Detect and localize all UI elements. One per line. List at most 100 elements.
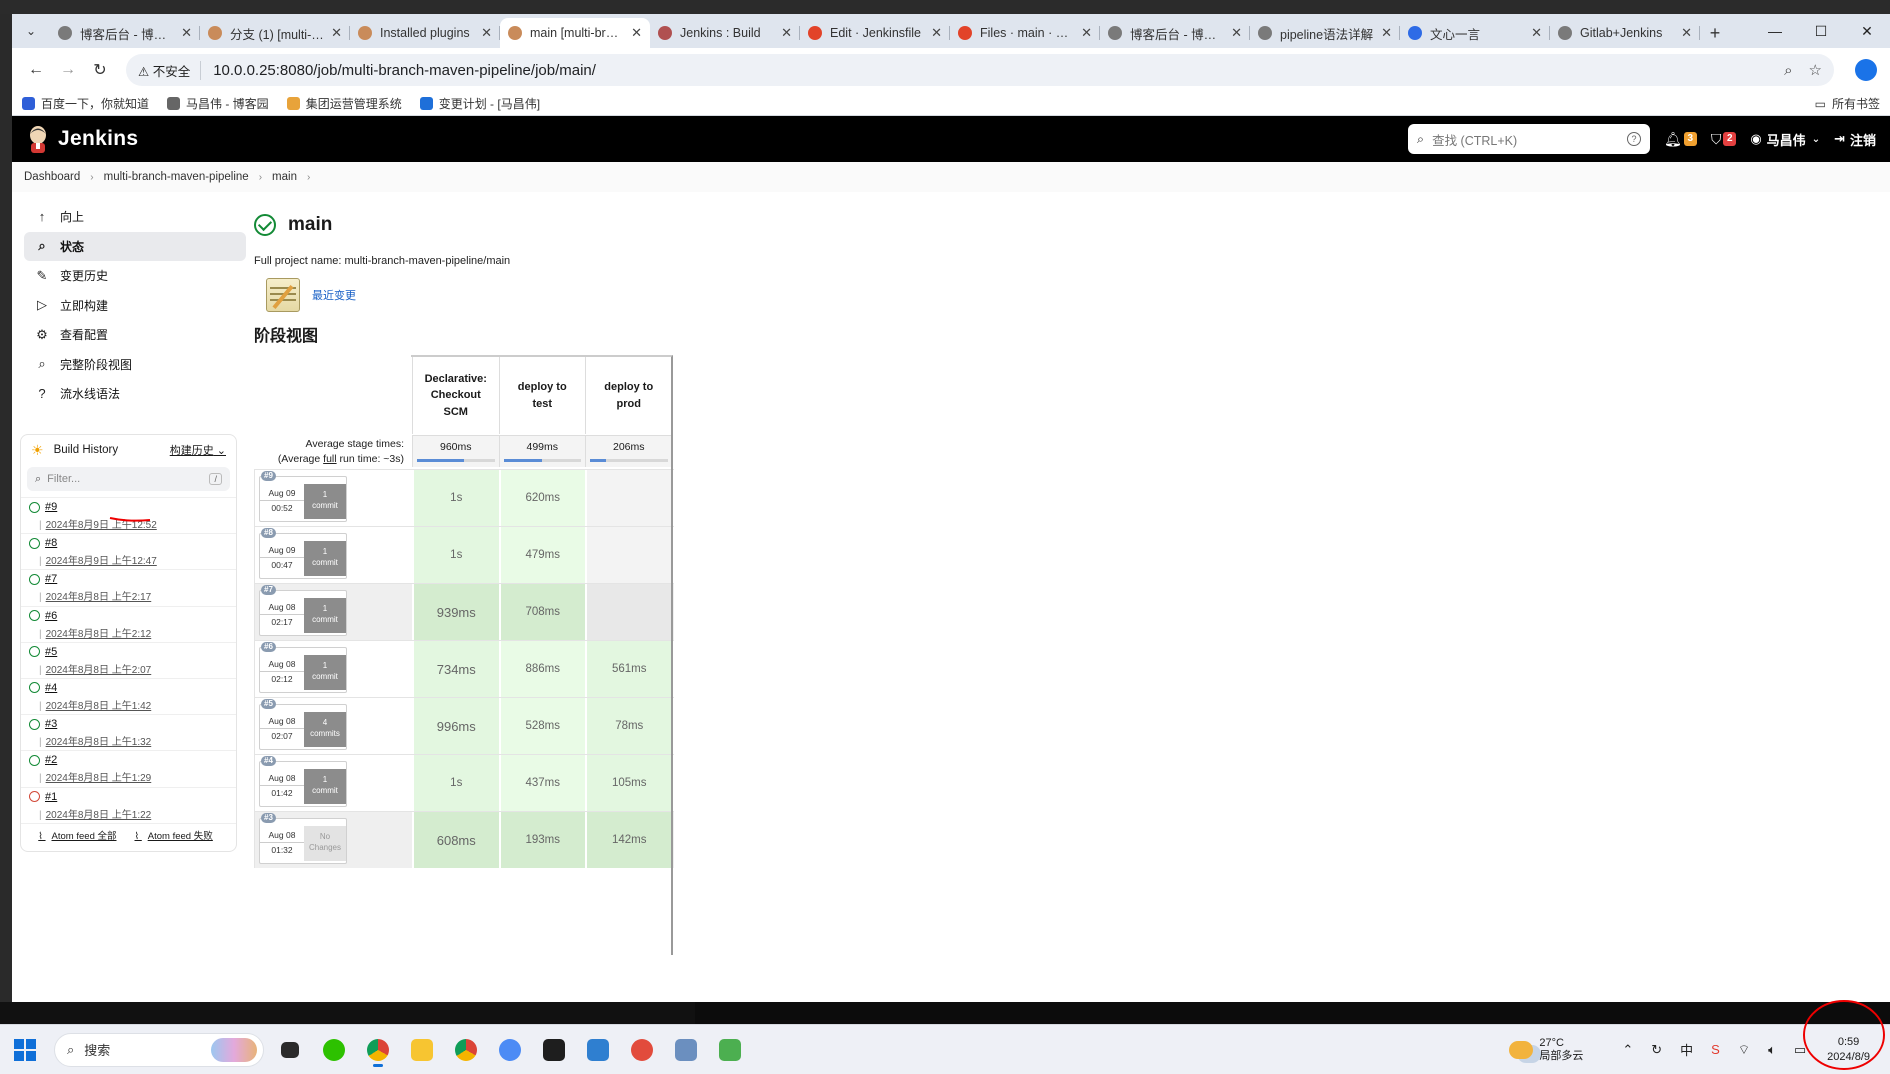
run-number-badge[interactable]: #6 xyxy=(261,642,276,652)
chrome-icon[interactable] xyxy=(360,1032,396,1068)
build-date-link[interactable]: 2024年8月9日 上午12:52 xyxy=(39,516,236,531)
run-summary-box[interactable]: Aug 09 00:47 1 commit xyxy=(259,533,347,579)
build-date-link[interactable]: 2024年8月8日 上午1:32 xyxy=(39,733,236,748)
virtualbox-icon[interactable] xyxy=(580,1032,616,1068)
browser-tab[interactable]: 博客后台 - 博客园 ✕ xyxy=(50,18,200,48)
stage-cell[interactable]: 939ms xyxy=(412,584,499,640)
tab-close-icon[interactable]: ✕ xyxy=(1681,25,1692,41)
notepad-app-icon[interactable] xyxy=(712,1032,748,1068)
run-number-badge[interactable]: #9 xyxy=(261,471,276,481)
run-commits-badge[interactable]: 1 commit xyxy=(304,541,346,576)
security-button[interactable]: ⛉ 2 xyxy=(1711,131,1737,148)
taskbar-search[interactable]: ⌕ 搜索 xyxy=(54,1032,264,1067)
atom-feed-failed-link[interactable]: ⌇ Atom feed 失败 xyxy=(135,828,219,842)
build-row[interactable]: #4 2024年8月8日 上午1:42 xyxy=(21,677,236,714)
browser-tab[interactable]: 分支 (1) [multi-branch-maven-pipeline] ✕ xyxy=(200,18,350,48)
stage-cell[interactable]: 1s xyxy=(412,470,499,526)
build-trend-link[interactable]: 构建历史 ⌄ xyxy=(170,442,226,458)
stage-cell[interactable]: 620ms xyxy=(498,470,585,526)
tab-close-icon[interactable]: ✕ xyxy=(181,25,192,41)
browser-tab[interactable]: Gitlab+Jenkins ✕ xyxy=(1550,18,1700,48)
build-number-link[interactable]: #4 xyxy=(29,682,236,694)
jenkins-search-input[interactable]: ⌕ 查找 (CTRL+K) ? xyxy=(1408,124,1651,154)
build-row[interactable]: #2 2024年8月8日 上午1:29 xyxy=(21,750,236,786)
breadcrumb-item[interactable]: main xyxy=(272,171,297,183)
build-number-link[interactable]: #3 xyxy=(29,718,236,730)
build-number-link[interactable]: #7 xyxy=(29,573,236,585)
wechat-icon[interactable] xyxy=(316,1032,352,1068)
run-summary-box[interactable]: Aug 08 01:42 1 commit xyxy=(259,761,347,807)
forward-icon[interactable]: → xyxy=(52,54,84,86)
stage-cell[interactable]: 437ms xyxy=(498,755,585,811)
build-number-link[interactable]: #2 xyxy=(29,754,236,766)
ime-icon[interactable]: 中 xyxy=(1680,1040,1693,1059)
stage-cell[interactable]: 608ms xyxy=(412,812,499,868)
stage-cell[interactable]: 193ms xyxy=(498,812,585,868)
build-date-link[interactable]: 2024年8月8日 上午2:17 xyxy=(39,588,236,603)
run-commits-badge[interactable]: 1 commit xyxy=(304,598,346,633)
tab-close-icon[interactable]: ✕ xyxy=(1081,25,1092,41)
build-date-link[interactable]: 2024年8月8日 上午2:12 xyxy=(39,625,236,640)
run-summary-box[interactable]: Aug 08 02:17 1 commit xyxy=(259,590,347,636)
minimize-icon[interactable]: — xyxy=(1752,14,1798,48)
breadcrumb-item[interactable]: multi-branch-maven-pipeline xyxy=(104,171,249,183)
speaker-icon[interactable]: 🔈︎ xyxy=(1768,1042,1776,1058)
run-number-badge[interactable]: #7 xyxy=(261,585,276,595)
run-commits-badge[interactable]: 1 commit xyxy=(304,655,346,690)
stage-cell[interactable]: 479ms xyxy=(498,527,585,583)
run-commits-badge[interactable]: 1 commit xyxy=(304,769,346,804)
build-row[interactable]: #3 2024年8月8日 上午1:32 xyxy=(21,714,236,750)
build-row[interactable]: #8 2024年8月9日 上午12:47 xyxy=(21,533,236,569)
bookmark-item[interactable]: 集团运营管理系统 xyxy=(286,95,402,112)
stage-cell[interactable]: 142ms xyxy=(585,812,672,868)
tab-close-icon[interactable]: ✕ xyxy=(1231,25,1242,41)
logout-button[interactable]: ⇥ 注销 xyxy=(1834,130,1876,149)
run-number-badge[interactable]: #8 xyxy=(261,528,276,538)
stage-cell[interactable]: 734ms xyxy=(412,641,499,697)
monitor-icon[interactable] xyxy=(668,1032,704,1068)
build-date-link[interactable]: 2024年8月8日 上午2:07 xyxy=(39,661,236,676)
zoom-icon[interactable]: ⌕ xyxy=(1784,62,1792,79)
browser-tab[interactable]: Jenkins : Build ✕ xyxy=(650,18,800,48)
weather-widget[interactable]: 27°C 局部多云 xyxy=(1509,1037,1583,1063)
browser-tab[interactable]: Files · main · GitLab ✕ xyxy=(950,18,1100,48)
build-row[interactable]: #5 2024年8月8日 上午2:07 xyxy=(21,641,236,678)
file-explorer-icon[interactable] xyxy=(404,1032,440,1068)
help-icon[interactable]: ? xyxy=(1627,132,1642,146)
stage-cell[interactable]: 886ms xyxy=(498,641,585,697)
new-tab-button[interactable]: + xyxy=(1700,18,1730,48)
wps-icon[interactable]: S xyxy=(1711,1042,1720,1057)
wifi-icon[interactable]: ⌔ xyxy=(1738,1042,1750,1058)
run-summary-box[interactable]: Aug 09 00:52 1 commit xyxy=(259,476,347,522)
run-summary-box[interactable]: Aug 08 01:32 No Changes xyxy=(259,818,347,864)
stage-cell[interactable]: 78ms xyxy=(585,698,672,754)
app-switcher-icon[interactable] xyxy=(492,1032,528,1068)
task-view-icon[interactable] xyxy=(272,1032,308,1068)
run-commits-badge[interactable]: 4 commits xyxy=(304,712,346,747)
stage-cell[interactable]: 528ms xyxy=(498,698,585,754)
full-run-link[interactable]: full xyxy=(323,453,336,465)
tab-close-icon[interactable]: ✕ xyxy=(481,25,492,41)
run-summary-box[interactable]: Aug 08 02:12 1 commit xyxy=(259,647,347,693)
stage-cell[interactable]: 561ms xyxy=(585,641,672,697)
url-text[interactable]: 10.0.0.25:8080/job/multi-branch-maven-pi… xyxy=(213,62,1768,79)
task-up[interactable]: ↑ 向上 xyxy=(24,202,246,232)
run-number-badge[interactable]: #4 xyxy=(261,756,276,766)
browser-tab[interactable]: 博客后台 - 博客园 ✕ xyxy=(1100,18,1250,48)
task-build-now[interactable]: ▷ 立即构建 xyxy=(24,291,246,321)
terminal-icon[interactable] xyxy=(536,1032,572,1068)
task-changes[interactable]: ✎ 变更历史 xyxy=(24,261,246,291)
bookmark-item[interactable]: 变更计划 - [马昌伟] xyxy=(419,95,540,112)
browser-tab[interactable]: pipeline语法详解 ✕ xyxy=(1250,18,1400,48)
build-date-link[interactable]: 2024年8月8日 上午1:29 xyxy=(39,769,236,784)
stage-cell[interactable]: 1s xyxy=(412,755,499,811)
tab-close-icon[interactable]: ✕ xyxy=(1531,25,1542,41)
build-row[interactable]: #7 2024年8月8日 上午2:17 xyxy=(21,569,236,605)
run-commits-badge[interactable]: No Changes xyxy=(304,826,346,861)
build-date-link[interactable]: 2024年8月9日 上午12:47 xyxy=(39,552,236,567)
tab-close-icon[interactable]: ✕ xyxy=(781,25,792,41)
build-filter-input[interactable]: ⌕ Filter... / xyxy=(27,467,230,491)
task-configure[interactable]: ⚙ 查看配置 xyxy=(24,320,246,350)
maximize-icon[interactable]: ☐ xyxy=(1798,14,1844,48)
user-menu[interactable]: ◉ 马昌伟 ⌄ xyxy=(1750,130,1820,149)
